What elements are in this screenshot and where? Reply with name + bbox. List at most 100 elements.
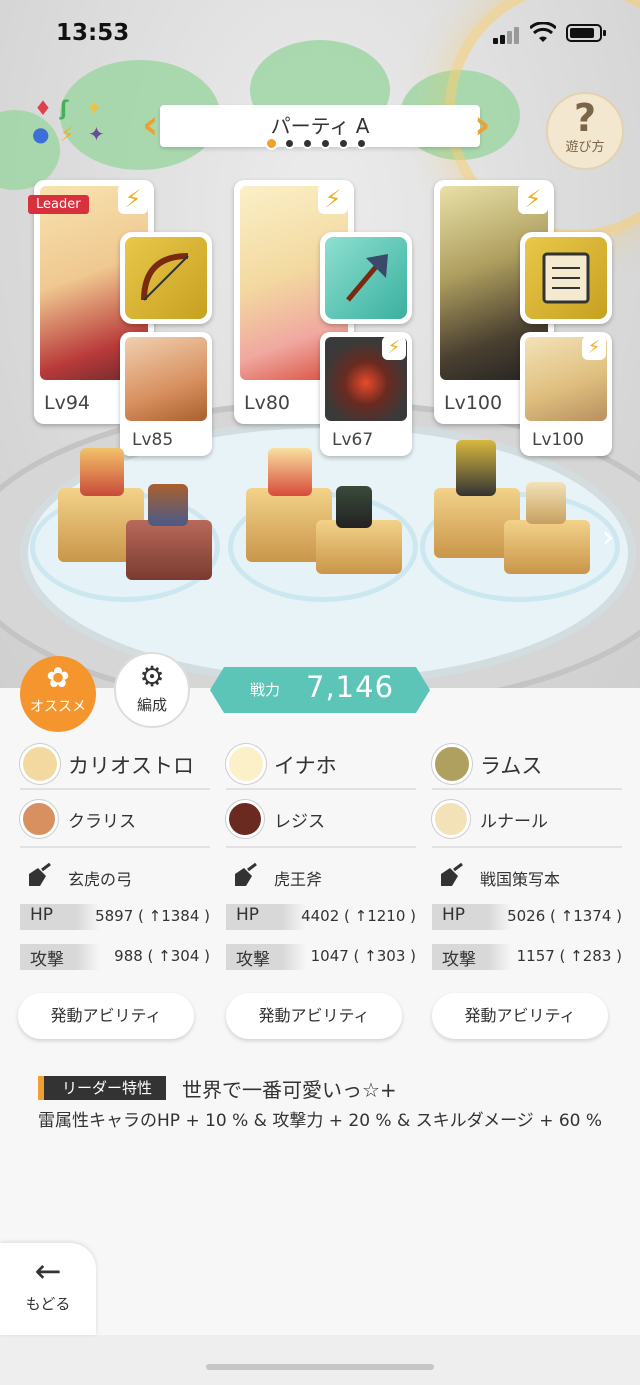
weapon-name: 虎王斧 [274,870,323,889]
axe-icon [346,254,388,302]
sub-unit-level: Lv100 [532,430,584,450]
pedestal [316,520,402,574]
unit-detail-3: ラムス ルナール 戦国策写本 HP 5026 ( ↑1374 ) 攻撃 1157 (… [432,740,622,978]
ability-button-1[interactable]: 発動アビリティ [18,993,194,1039]
back-label: もどる [25,1295,71,1313]
sub-unit-name: レジス [274,812,325,832]
sub-unit-name: ルナール [480,812,548,832]
help-label: 遊び方 [565,140,605,155]
chibi-sprite [268,448,312,496]
recommend-button[interactable]: ✿ オススメ [20,656,96,732]
battle-power: 戦力 7,146 [210,667,430,713]
help-button[interactable]: ? 遊び方 [546,92,624,170]
weapon-slot-2[interactable] [320,232,412,324]
ability-button-3[interactable]: 発動アビリティ [432,993,608,1039]
battle-power-value: 7,146 [306,670,395,704]
status-time: 13:53 [56,20,130,46]
bolt-icon: ⚡ [518,184,548,214]
unit-detail-2: イナホ レジス 虎王斧 HP 4402 ( ↑1210 ) 攻撃 1047 ( ↑3… [226,740,416,978]
page-dot [284,138,295,149]
avatar[interactable] [432,744,472,784]
unit-level: Lv100 [444,392,503,414]
question-icon: ? [573,96,597,140]
pedestal [504,520,590,574]
sub-unit-card-2[interactable]: ⚡ Lv67 [320,332,412,456]
party-page-dots [265,137,375,150]
back-button[interactable]: ← もどる [0,1243,96,1335]
signal-icon [493,26,521,44]
hp-label: HP [236,905,260,925]
chibi-sprite [456,440,496,496]
unit-detail-1: カリオストロ クラリス 玄虎の弓 HP 5897 ( ↑1384 ) 攻撃 988 … [20,740,210,978]
footer-bar [0,1335,640,1385]
home-indicator[interactable] [206,1364,434,1370]
next-party-button[interactable]: › [474,102,490,148]
chibi-sprite [148,484,188,526]
weapon-name: 戦国策写本 [480,870,561,889]
unit-name: カリオストロ [68,754,194,778]
weapon-icon [441,862,463,886]
party-name: パーティ A [270,114,370,138]
atk-label: 攻撃 [30,950,64,970]
bolt-icon: ⚡ [582,336,606,360]
unit-name: イナホ [274,754,337,778]
formation-button[interactable]: ⚙ 編成 [114,652,190,728]
atk-label: 攻撃 [236,950,270,970]
weapon-slot-1[interactable] [120,232,212,324]
leader-skill-name: 世界で一番可愛いっ☆+ [182,1078,397,1102]
bow-icon [141,253,189,301]
leader-tag: Leader [28,195,89,214]
battery-icon [566,24,606,42]
weapon-icon [235,862,257,886]
bolt-icon: ⚡ [382,336,406,360]
unit-level: Lv94 [44,392,91,414]
book-icon [542,252,590,304]
atk-value: 988 ( ↑304 ) [114,947,210,965]
bolt-icon: ⚡ [118,184,148,214]
page-dot-active [265,137,278,150]
avatar[interactable] [20,800,58,838]
arrow-left-icon: ← [34,1252,62,1290]
scroll-right-icon[interactable]: › [602,520,614,555]
ability-button-2[interactable]: 発動アビリティ [226,993,402,1039]
sub-unit-name: クラリス [68,812,136,832]
pedestal [126,520,212,580]
atk-label: 攻撃 [442,950,476,970]
chibi-sprite [80,448,124,496]
page-dot [338,138,349,149]
chibi-sprite [526,482,566,524]
leader-skill-description: 雷属性キャラのHP + 10 % & 攻撃力 + 20 % & スキルダメージ … [38,1111,603,1131]
wifi-icon [528,21,558,48]
chibi-sprite [336,486,372,528]
hp-label: HP [30,905,54,925]
recommend-icon: ✿ [46,661,70,694]
weapon-icon [29,862,51,886]
sub-unit-level: Lv67 [332,430,374,450]
sub-unit-card-1[interactable]: Lv85 [120,332,212,456]
leader-skill-label: リーダー特性 [38,1076,167,1100]
atk-value: 1157 ( ↑283 ) [516,947,622,965]
page-dot [302,138,313,149]
battle-power-label: 戦力 [250,681,281,699]
sub-unit-level: Lv85 [132,430,174,450]
prev-party-button[interactable]: ‹ [142,102,158,148]
page-dot [356,138,367,149]
sub-unit-card-3[interactable]: ⚡ Lv100 [520,332,612,456]
hp-value: 4402 ( ↑1210 ) [301,907,416,925]
element-filter-icon[interactable]: ♦ ʃ ✦ ● ⚡ ✦ [30,96,114,152]
avatar[interactable] [20,744,60,784]
hp-value: 5026 ( ↑1374 ) [507,907,622,925]
unit-name: ラムス [480,754,543,778]
hp-label: HP [442,905,466,925]
avatar[interactable] [226,744,266,784]
recommend-label: オススメ [30,699,86,715]
avatar[interactable] [226,800,264,838]
formation-label: 編成 [136,696,167,714]
page-dot [320,138,331,149]
hp-value: 5897 ( ↑1384 ) [95,907,210,925]
weapon-name: 玄虎の弓 [68,870,133,889]
weapon-slot-3[interactable] [520,232,612,324]
avatar[interactable] [432,800,470,838]
atk-value: 1047 ( ↑303 ) [310,947,416,965]
unit-level: Lv80 [244,392,291,414]
